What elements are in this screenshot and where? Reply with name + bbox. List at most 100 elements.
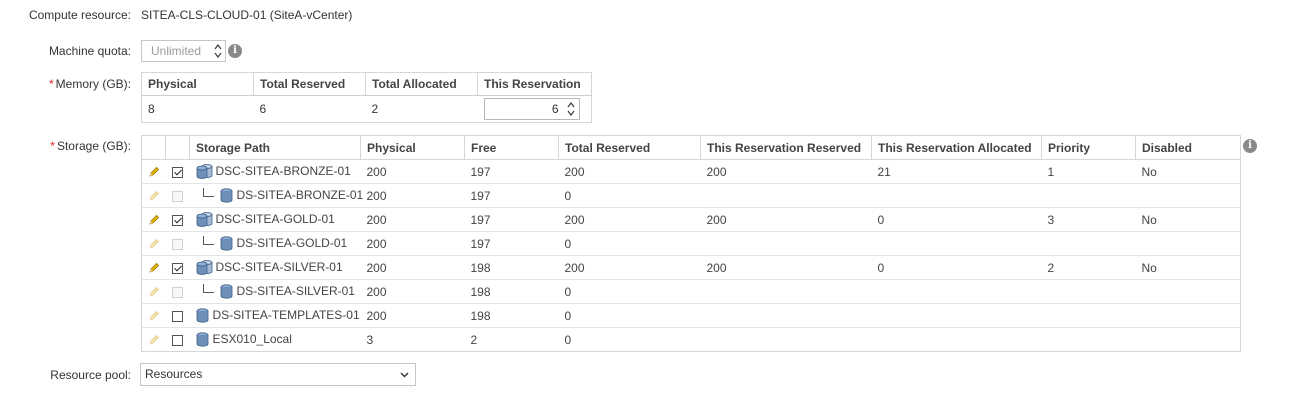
spinner-arrows-icon[interactable] xyxy=(214,43,222,59)
storage-free: 198 xyxy=(464,279,559,304)
storage-path: DSC-SITEA-SILVER-01 xyxy=(215,260,343,275)
storage-physical: 200 xyxy=(360,303,465,328)
select-cell xyxy=(165,279,190,304)
edit-cell xyxy=(141,207,166,232)
storage-checkbox[interactable] xyxy=(172,166,183,178)
machine-quota-label: Machine quota: xyxy=(48,44,131,58)
resource-pool-select[interactable]: Resources xyxy=(140,363,416,386)
memory-header-physical: Physical xyxy=(141,72,254,96)
storage-priority xyxy=(1041,279,1136,304)
storage-header-disabled: Disabled xyxy=(1135,135,1241,160)
storage-checkbox[interactable] xyxy=(172,214,183,226)
storage-priority xyxy=(1041,327,1136,352)
table-row: DS-SITEA-GOLD-01 200 197 0 xyxy=(141,231,1241,256)
storage-label: * Storage (GB): xyxy=(0,139,131,153)
machine-quota-value: Unlimited xyxy=(151,44,202,58)
pencil-icon[interactable] xyxy=(148,165,160,179)
database-icon xyxy=(196,332,213,347)
storage-header-edit xyxy=(141,135,166,160)
spinner-arrows-icon[interactable] xyxy=(566,101,575,117)
memory-header-this-reservation: This Reservation xyxy=(477,72,592,96)
select-cell xyxy=(165,159,190,184)
select-cell xyxy=(165,303,190,328)
edit-cell xyxy=(141,303,166,328)
storage-free: 197 xyxy=(464,159,559,184)
storage-res-reserved: 200 xyxy=(700,255,872,280)
storage-path-cell: DSC-SITEA-BRONZE-01 xyxy=(189,159,361,184)
storage-physical: 200 xyxy=(360,255,465,280)
storage-disabled: No xyxy=(1135,255,1241,280)
storage-path: DSC-SITEA-BRONZE-01 xyxy=(215,164,351,179)
storage-res-allocated xyxy=(871,303,1042,328)
storage-checkbox[interactable] xyxy=(172,334,183,346)
table-row: DS-SITEA-SILVER-01 200 198 0 xyxy=(141,279,1241,304)
edit-cell xyxy=(141,279,166,304)
storage-free: 2 xyxy=(464,327,559,352)
storage-path-cell: DSC-SITEA-GOLD-01 xyxy=(189,207,361,232)
required-marker: * xyxy=(48,77,54,91)
storage-free: 197 xyxy=(464,183,559,208)
machine-quota-spinner[interactable]: Unlimited xyxy=(141,40,226,62)
table-row: DSC-SITEA-SILVER-01 200 198 200 200 0 2 No xyxy=(141,255,1241,280)
storage-res-allocated: 21 xyxy=(871,159,1042,184)
storage-res-reserved xyxy=(700,303,872,328)
storage-total-reserved: 200 xyxy=(558,255,701,280)
memory-physical: 8 xyxy=(141,95,254,123)
database-icon xyxy=(196,308,213,323)
storage-res-allocated: 0 xyxy=(871,255,1042,280)
tree-connector xyxy=(202,283,214,293)
compute-resource-value: SITEA-CLS-CLOUD-01 (SiteA-vCenter) xyxy=(141,8,353,22)
pencil-icon[interactable] xyxy=(148,213,160,227)
storage-res-allocated: 0 xyxy=(871,207,1042,232)
storage-physical: 200 xyxy=(360,279,465,304)
storage-total-reserved: 200 xyxy=(558,207,701,232)
compute-resource-label: Compute resource: xyxy=(28,8,131,22)
storage-path-cell: DS-SITEA-TEMPLATES-01 xyxy=(189,303,361,328)
pencil-icon xyxy=(148,285,160,299)
memory-reservation-input[interactable]: 6 xyxy=(483,98,580,120)
table-row: DS-SITEA-BRONZE-01 200 197 0 xyxy=(141,183,1241,208)
storage-header-total-reserved: Total Reserved xyxy=(558,135,701,160)
storage-header-free: Free xyxy=(464,135,559,160)
memory-header-total-reserved: Total Reserved xyxy=(253,72,366,96)
edit-cell xyxy=(141,183,166,208)
resource-pool-label: Resource pool: xyxy=(50,368,131,382)
storage-total-reserved: 0 xyxy=(558,183,701,208)
memory-label-text: Memory (GB): xyxy=(55,77,131,91)
storage-path: ESX010_Local xyxy=(212,332,292,347)
edit-cell xyxy=(141,159,166,184)
storage-info-icon[interactable]: i xyxy=(1243,139,1257,153)
machine-quota-info-icon[interactable]: i xyxy=(228,44,242,58)
storage-path: DS-SITEA-SILVER-01 xyxy=(236,284,355,299)
memory-header-total-allocated: Total Allocated xyxy=(365,72,478,96)
pencil-icon[interactable] xyxy=(148,261,160,275)
storage-physical: 200 xyxy=(360,207,465,232)
storage-total-reserved: 0 xyxy=(558,231,701,256)
edit-cell xyxy=(141,327,166,352)
table-row: DS-SITEA-TEMPLATES-01 200 198 0 xyxy=(141,303,1241,328)
select-cell xyxy=(165,231,190,256)
storage-path-cell: DS-SITEA-GOLD-01 xyxy=(189,231,361,256)
resource-pool-value: Resources xyxy=(145,367,203,381)
storage-header-res-reserved: This Reservation Reserved xyxy=(700,135,872,160)
storage-res-allocated xyxy=(871,231,1042,256)
storage-priority: 3 xyxy=(1041,207,1136,232)
storage-res-reserved: 200 xyxy=(700,159,872,184)
select-cell xyxy=(165,183,190,208)
storage-physical: 200 xyxy=(360,231,465,256)
datastore-cluster-icon xyxy=(196,212,216,228)
memory-reservation-value: 6 xyxy=(551,102,559,116)
storage-table: Storage Path Physical Free Total Reserve… xyxy=(141,135,1241,352)
table-row: DSC-SITEA-BRONZE-01 200 197 200 200 21 1 No xyxy=(141,159,1241,184)
datastore-cluster-icon xyxy=(196,164,216,180)
storage-header-select xyxy=(165,135,190,160)
storage-physical: 200 xyxy=(360,183,465,208)
storage-checkbox[interactable] xyxy=(172,310,183,322)
storage-path: DS-SITEA-TEMPLATES-01 xyxy=(212,308,360,323)
storage-path-cell: DS-SITEA-SILVER-01 xyxy=(189,279,361,304)
tree-connector xyxy=(202,187,214,197)
storage-checkbox[interactable] xyxy=(172,262,183,274)
storage-disabled xyxy=(1135,231,1241,256)
storage-label-text: Storage (GB): xyxy=(56,139,131,153)
storage-res-allocated xyxy=(871,279,1042,304)
